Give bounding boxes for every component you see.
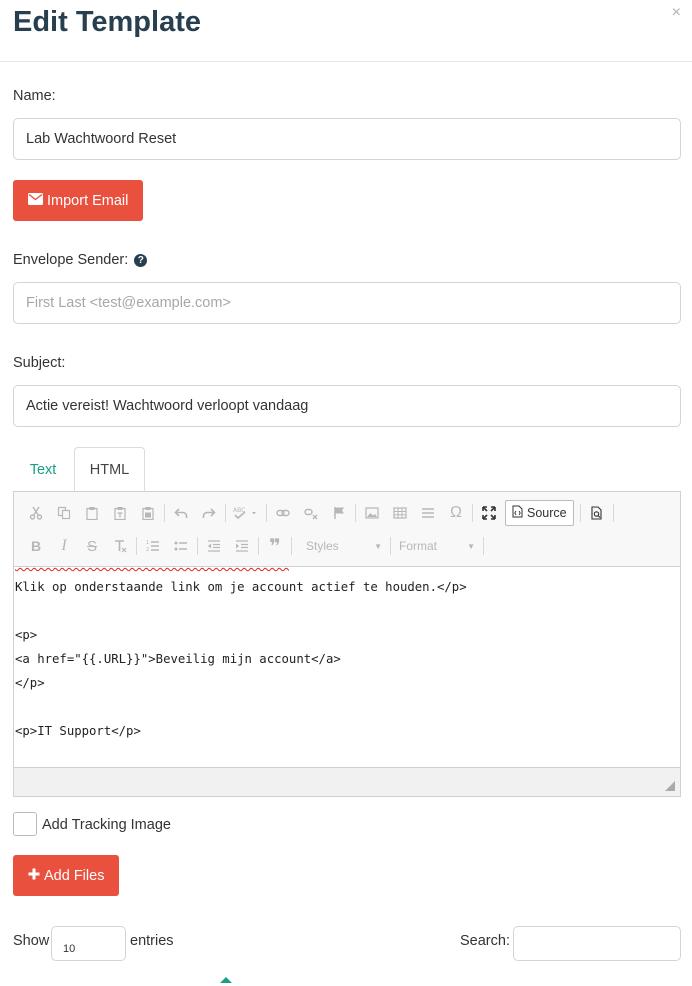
entries-select[interactable]: 10 bbox=[51, 926, 126, 961]
anchor-flag-icon[interactable] bbox=[325, 500, 353, 526]
add-files-button[interactable]: Add Files bbox=[13, 855, 120, 896]
styles-label: Styles bbox=[306, 539, 339, 553]
chevron-down-icon: ▼ bbox=[374, 541, 382, 551]
resize-handle-icon[interactable] bbox=[665, 781, 675, 791]
increase-indent-icon[interactable] bbox=[228, 533, 256, 559]
horizontal-line-icon[interactable] bbox=[414, 500, 442, 526]
search-label: Search: bbox=[460, 933, 510, 949]
html-editor: ABC Ω Source B I S 1 2 ❞ Styles ▼ Format… bbox=[13, 491, 681, 797]
code-line: Klik op onderstaande link om je account … bbox=[15, 580, 467, 594]
redo-icon[interactable] bbox=[195, 500, 223, 526]
undo-icon[interactable] bbox=[167, 500, 195, 526]
copy-icon[interactable] bbox=[50, 500, 78, 526]
close-icon[interactable]: × bbox=[672, 4, 681, 22]
toolbar-separator bbox=[579, 504, 581, 522]
import-email-label: Import Email bbox=[47, 192, 129, 209]
entries-label: entries bbox=[130, 933, 174, 949]
toolbar-separator bbox=[483, 537, 484, 555]
toolbar-separator bbox=[291, 537, 292, 555]
plus-icon bbox=[28, 868, 40, 884]
editor-statusbar bbox=[14, 767, 680, 796]
question-circle-icon[interactable]: ? bbox=[134, 254, 148, 267]
envelope-sender-label: Envelope Sender: ? bbox=[13, 252, 148, 268]
image-icon[interactable] bbox=[358, 500, 386, 526]
editor-toolbar: ABC Ω Source B I S 1 2 ❞ Styles ▼ Format… bbox=[14, 492, 680, 567]
toolbar-separator bbox=[390, 537, 391, 555]
source-code-icon bbox=[512, 505, 523, 521]
sort-ascending-icon[interactable] bbox=[220, 977, 232, 983]
strikethrough-icon[interactable]: S bbox=[78, 533, 106, 559]
code-line: <a href="{{.URL}}">Beveilig mijn account… bbox=[15, 652, 341, 666]
maximize-icon[interactable] bbox=[475, 500, 503, 526]
toolbar-separator bbox=[197, 537, 198, 555]
toolbar-separator bbox=[258, 537, 259, 555]
styles-dropdown[interactable]: Styles ▼ bbox=[300, 534, 388, 558]
cut-icon[interactable] bbox=[22, 500, 50, 526]
add-files-label: Add Files bbox=[44, 867, 105, 884]
numbered-list-icon[interactable]: 12 bbox=[139, 533, 167, 559]
svg-text:2: 2 bbox=[146, 547, 149, 553]
special-char-icon[interactable]: Ω bbox=[442, 500, 470, 526]
paste-word-icon[interactable] bbox=[134, 500, 162, 526]
name-input[interactable] bbox=[13, 118, 681, 160]
import-email-button[interactable]: Import Email bbox=[13, 180, 144, 221]
format-label: Format bbox=[399, 539, 438, 553]
toolbar-separator bbox=[612, 504, 614, 522]
paste-text-icon[interactable] bbox=[106, 500, 134, 526]
toolbar-separator bbox=[472, 504, 473, 522]
preview-icon[interactable] bbox=[583, 500, 611, 526]
subject-label: Subject: bbox=[13, 355, 66, 371]
tracking-image-label: Add Tracking Image bbox=[42, 817, 171, 833]
page-title: Edit Template bbox=[13, 6, 201, 38]
bold-icon[interactable]: B bbox=[22, 533, 50, 559]
search-input[interactable] bbox=[513, 926, 681, 961]
unlink-icon[interactable] bbox=[297, 500, 325, 526]
tab-html[interactable]: HTML bbox=[74, 447, 145, 492]
tab-text[interactable]: Text bbox=[13, 447, 73, 492]
decrease-indent-icon[interactable] bbox=[200, 533, 228, 559]
modal-header: Edit Template × bbox=[0, 0, 692, 62]
spellcheck-icon[interactable]: ABC bbox=[228, 500, 264, 526]
svg-text:1: 1 bbox=[146, 540, 149, 546]
italic-icon[interactable]: I bbox=[50, 533, 78, 559]
table-icon[interactable] bbox=[386, 500, 414, 526]
paste-icon[interactable] bbox=[78, 500, 106, 526]
bulleted-list-icon[interactable] bbox=[167, 533, 195, 559]
link-icon[interactable] bbox=[269, 500, 297, 526]
format-dropdown[interactable]: Format ▼ bbox=[393, 534, 481, 558]
toolbar-row-1: ABC Ω Source bbox=[14, 498, 680, 528]
source-code-area[interactable]: _ ______ ___________ ________ _______ Kl… bbox=[14, 567, 680, 767]
envelope-sender-text: Envelope Sender: bbox=[13, 252, 129, 268]
code-line: <p> bbox=[15, 628, 38, 642]
tracking-image-checkbox[interactable] bbox=[13, 812, 37, 836]
code-line: </p> bbox=[15, 676, 45, 690]
envelope-sender-input[interactable] bbox=[13, 282, 681, 324]
envelope-icon bbox=[28, 192, 43, 209]
code-line-cut: _ ______ ___________ ________ _______ bbox=[15, 567, 289, 568]
toolbar-separator bbox=[164, 504, 165, 522]
source-label: Source bbox=[527, 506, 567, 520]
toolbar-separator bbox=[136, 537, 137, 555]
toolbar-separator bbox=[266, 504, 267, 522]
chevron-down-icon: ▼ bbox=[467, 541, 475, 551]
source-button[interactable]: Source bbox=[505, 500, 574, 526]
subject-input[interactable] bbox=[13, 385, 681, 427]
remove-format-icon[interactable] bbox=[106, 533, 134, 559]
toolbar-row-2: B I S 12 ❞ Styles ▼ Format ▼ bbox=[14, 531, 680, 561]
editor-tabs: Text HTML bbox=[13, 447, 681, 492]
toolbar-separator bbox=[225, 504, 226, 522]
code-line: <p>IT Support</p> bbox=[15, 724, 141, 738]
show-label: Show bbox=[13, 933, 50, 949]
name-label: Name: bbox=[13, 88, 56, 104]
blockquote-icon[interactable]: ❞ bbox=[261, 533, 289, 559]
toolbar-separator bbox=[355, 504, 356, 522]
